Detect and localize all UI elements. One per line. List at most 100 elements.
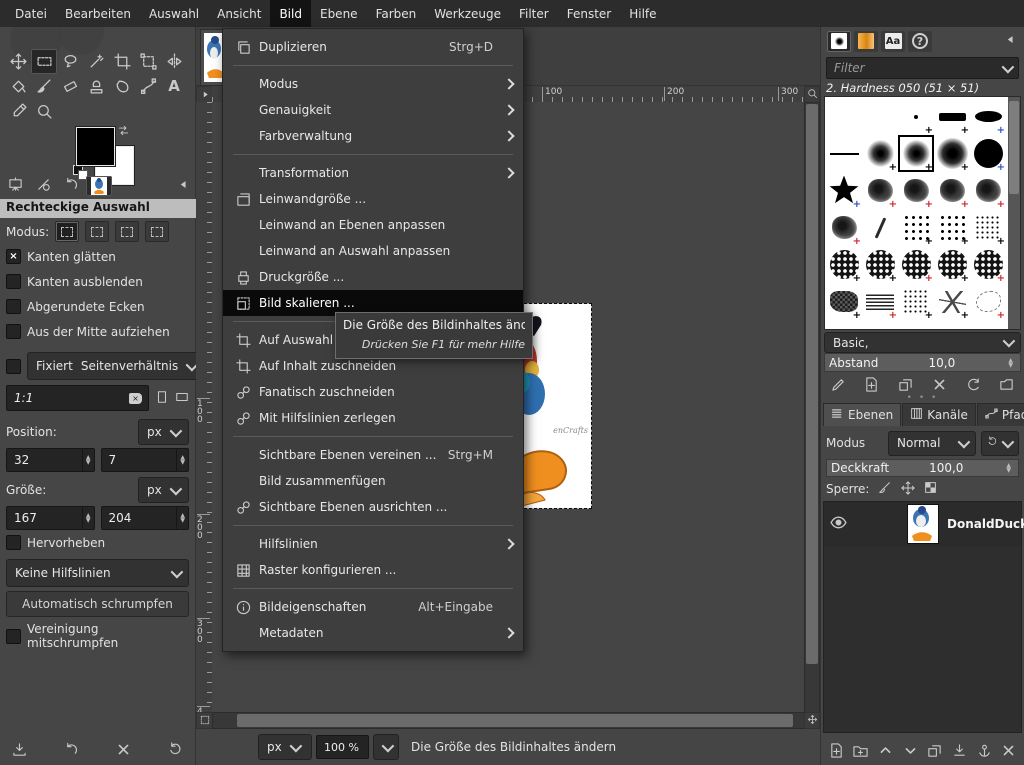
menu-item[interactable]: Leinwandgröße ... <box>223 186 523 212</box>
tool-text[interactable]: A <box>161 74 187 99</box>
tab-channels[interactable]: Kanäle <box>902 403 976 426</box>
tool-lasso[interactable] <box>57 49 83 74</box>
brush-bar[interactable] <box>934 98 970 135</box>
menu-item[interactable]: BildeigenschaftenAlt+Eingabe <box>223 594 523 620</box>
size-width-input[interactable]: 167 ▲▼ <box>6 506 95 530</box>
menu-item[interactable]: Leinwand an Auswahl anpassen <box>223 238 523 264</box>
collapse-dock-icon[interactable] <box>178 179 189 193</box>
menubar-item-datei[interactable]: Datei <box>6 0 56 27</box>
brush-twigs[interactable] <box>934 283 970 320</box>
tool-path[interactable] <box>135 74 161 99</box>
portrait-icon[interactable] <box>155 390 169 407</box>
hscroll-thumb[interactable] <box>237 714 793 727</box>
tool-rect-select[interactable] <box>31 49 57 74</box>
menubar-item-ebene[interactable]: Ebene <box>311 0 367 27</box>
tab-device-status[interactable] <box>30 176 56 196</box>
new-brush-icon[interactable] <box>861 374 883 394</box>
brush-empty[interactable] <box>826 98 862 135</box>
brush-circle[interactable] <box>970 135 1006 172</box>
menubar-item-farben[interactable]: Farben <box>367 0 426 27</box>
statusbar-unit-dropdown[interactable]: px <box>258 734 312 760</box>
new-layer-icon[interactable] <box>825 740 847 760</box>
merge-layer-icon[interactable] <box>949 740 971 760</box>
landscape-icon[interactable] <box>175 390 189 407</box>
delete-layer-icon[interactable] <box>998 740 1020 760</box>
tab-tool-options[interactable] <box>2 176 28 196</box>
menu-item[interactable]: Sichtbare Ebenen vereinen ...Strg+M <box>223 442 523 468</box>
vertical-scrollbar[interactable] <box>804 102 820 713</box>
spinner[interactable]: ▲▼ <box>82 507 94 529</box>
lock-position-icon[interactable] <box>901 481 915 498</box>
new-layer-group-icon[interactable] <box>850 740 872 760</box>
tool-bucket[interactable] <box>5 74 31 99</box>
size-unit-dropdown[interactable]: px <box>138 477 189 503</box>
mode-add-button[interactable] <box>85 221 109 242</box>
menu-item[interactable]: Raster konfigurieren ... <box>223 557 523 583</box>
vscroll-thumb[interactable] <box>806 104 818 664</box>
position-unit-dropdown[interactable]: px <box>138 419 189 445</box>
menu-item[interactable]: Mit Hilfslinien zerlegen <box>223 405 523 431</box>
brush-sponge[interactable] <box>898 246 934 283</box>
duplicate-brush-icon[interactable] <box>895 374 917 394</box>
blend-space-button[interactable] <box>981 431 1019 456</box>
tool-zoom[interactable] <box>31 99 57 124</box>
delete-tool-preset-icon[interactable] <box>112 739 134 759</box>
brush-filter-input[interactable]: Filter <box>826 57 1019 79</box>
menu-item[interactable]: Bild zusammenfügen <box>223 468 523 494</box>
brush-sponge[interactable] <box>862 246 898 283</box>
lock-pixels-icon[interactable] <box>878 481 892 498</box>
tool-brush[interactable] <box>31 74 57 99</box>
brush-group-dropdown[interactable]: Basic, <box>824 332 1021 353</box>
menubar-item-hilfe[interactable]: Hilfe <box>620 0 665 27</box>
menubar-item-fenster[interactable]: Fenster <box>558 0 621 27</box>
antialias-checkbox[interactable] <box>6 249 21 264</box>
tool-crop[interactable] <box>109 49 135 74</box>
tab-fonts[interactable]: Aa <box>881 31 905 52</box>
spinner[interactable]: ▲▼ <box>176 507 188 529</box>
tab-gradients[interactable] <box>854 31 878 52</box>
layer-visibility-icon[interactable] <box>830 514 847 534</box>
delete-brush-icon[interactable] <box>928 374 950 394</box>
expand-from-center-checkbox[interactable] <box>6 324 21 339</box>
tool-smudge[interactable] <box>109 74 135 99</box>
brush-line[interactable] <box>826 135 862 172</box>
clear-icon[interactable]: × <box>129 393 142 404</box>
brush-scroll-thumb[interactable] <box>1009 101 1019 194</box>
brush-star[interactable] <box>826 172 862 209</box>
restore-tool-preset-icon[interactable] <box>60 739 82 759</box>
brush-vine[interactable] <box>970 283 1006 320</box>
reset-tool-options-icon[interactable] <box>164 739 186 759</box>
opacity-slider[interactable]: Deckkraft 100,0 ▲▼ <box>826 459 1019 477</box>
menu-item[interactable]: Modus <box>223 71 523 97</box>
spinner[interactable]: ▲▼ <box>82 449 94 471</box>
guides-dropdown[interactable]: Keine Hilfslinien <box>6 559 189 587</box>
menu-item[interactable]: Transformation <box>223 160 523 186</box>
brush-dots[interactable] <box>934 209 970 246</box>
menu-item[interactable]: DuplizierenStrg+D <box>223 34 523 60</box>
brush-dots-sm[interactable] <box>898 283 934 320</box>
collapse-dock-icon[interactable] <box>1005 34 1016 48</box>
layer-mode-dropdown[interactable]: Normal <box>888 431 976 456</box>
position-y-input[interactable]: 7 ▲▼ <box>101 448 190 472</box>
mode-replace-button[interactable] <box>55 221 79 242</box>
dock-grip[interactable]: • • • <box>821 395 1024 401</box>
tab-layers[interactable]: Ebenen <box>823 403 901 426</box>
tool-picker[interactable] <box>5 99 31 124</box>
tool-eraser[interactable] <box>57 74 83 99</box>
open-brush-icon[interactable] <box>996 374 1018 394</box>
save-tool-preset-icon[interactable] <box>8 739 30 759</box>
anchor-layer-icon[interactable] <box>973 740 995 760</box>
brush-soft2[interactable] <box>934 135 970 172</box>
menubar-item-auswahl[interactable]: Auswahl <box>140 0 208 27</box>
lower-layer-icon[interactable] <box>899 740 921 760</box>
menubar-item-ansicht[interactable]: Ansicht <box>208 0 270 27</box>
menu-item[interactable]: Sichtbare Ebenen ausrichten ... <box>223 494 523 520</box>
lock-alpha-icon[interactable] <box>924 481 937 497</box>
brush-sponge[interactable] <box>934 246 970 283</box>
navigation-button[interactable] <box>804 712 820 729</box>
rounded-corners-checkbox[interactable] <box>6 299 21 314</box>
brush-scrollbar[interactable] <box>1008 97 1020 329</box>
edit-brush-icon[interactable] <box>827 374 849 394</box>
layer-row[interactable]: DonaldDuck.jp <box>824 502 1021 546</box>
fixed-checkbox[interactable] <box>6 359 21 374</box>
